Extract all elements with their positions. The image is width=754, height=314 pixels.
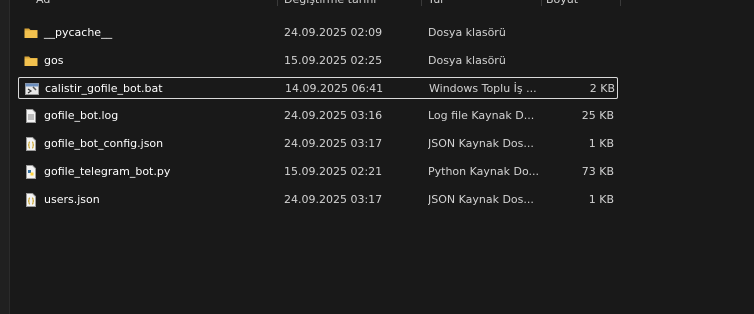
modified-date: 24.09.2025 02:09	[284, 26, 383, 39]
file-size: 1 KB	[588, 193, 614, 206]
name-cell: calistir_gofile_bot.bat	[19, 78, 274, 100]
file-size	[548, 22, 614, 44]
json-file-icon	[26, 137, 36, 151]
file-type: Windows Toplu İş ...	[429, 82, 537, 95]
file-name: gofile_bot.log	[44, 109, 119, 122]
file-size: 25 KB	[581, 109, 614, 122]
name-cell: gofile_telegram_bot.py	[18, 161, 273, 183]
file-row[interactable]: users.json 24.09.2025 03:17 JSON Kaynak …	[18, 189, 618, 211]
modified-date: 24.09.2025 03:17	[284, 137, 383, 150]
file-name: __pycache__	[44, 26, 113, 39]
modified-date: 24.09.2025 03:17	[284, 193, 383, 206]
file-size: 2 KB	[589, 82, 615, 95]
column-header-date[interactable]: Değiştirme tarihi	[284, 0, 376, 13]
file-type: JSON Kaynak Dos...	[428, 137, 534, 150]
batch-file-icon	[25, 83, 39, 95]
file-row[interactable]: gofile_bot.log 24.09.2025 03:16 Log file…	[18, 105, 618, 127]
file-size: 73 KB	[581, 165, 614, 178]
text-file-icon	[26, 109, 36, 123]
column-header-name[interactable]: Ad	[36, 0, 50, 13]
file-name: gofile_telegram_bot.py	[44, 165, 171, 178]
file-name: gofile_bot_config.json	[44, 137, 164, 150]
folder-icon	[24, 28, 38, 38]
modified-date: 24.09.2025 03:16	[284, 109, 383, 122]
folder-icon	[24, 56, 38, 66]
file-type: JSON Kaynak Dos...	[428, 193, 534, 206]
file-type: Dosya klasörü	[428, 26, 506, 39]
column-divider[interactable]	[541, 0, 542, 6]
column-divider[interactable]	[421, 0, 422, 6]
modified-date: 14.09.2025 06:41	[285, 82, 384, 95]
column-header-bar: Ad Değiştirme tarihi Tür Boyut	[16, 0, 636, 13]
name-cell: gofile_bot.log	[18, 105, 273, 127]
file-row[interactable]: gofile_bot_config.json 24.09.2025 03:17 …	[18, 133, 618, 155]
column-header-size[interactable]: Boyut	[546, 0, 578, 13]
file-type: Python Kaynak Do...	[428, 165, 539, 178]
modified-date: 15.09.2025 02:21	[284, 165, 383, 178]
file-size: 1 KB	[588, 137, 614, 150]
name-cell: __pycache__	[18, 22, 273, 44]
column-header-type[interactable]: Tür	[428, 0, 445, 13]
modified-date: 15.09.2025 02:25	[284, 54, 383, 67]
file-type: Dosya klasörü	[428, 54, 506, 67]
navigation-pane-edge[interactable]	[0, 0, 10, 314]
json-file-icon	[26, 193, 36, 207]
file-name: gos	[44, 54, 64, 67]
file-row[interactable]: __pycache__ 24.09.2025 02:09 Dosya klasö…	[18, 22, 618, 44]
python-file-icon	[26, 165, 36, 179]
file-row-selected[interactable]: calistir_gofile_bot.bat 14.09.2025 06:41…	[18, 77, 618, 99]
file-type: Log file Kaynak D...	[428, 109, 535, 122]
file-size	[548, 50, 614, 72]
file-name: calistir_gofile_bot.bat	[45, 82, 163, 95]
name-cell: users.json	[18, 189, 273, 211]
file-row[interactable]: gos 15.09.2025 02:25 Dosya klasörü	[18, 50, 618, 72]
file-row[interactable]: gofile_telegram_bot.py 15.09.2025 02:21 …	[18, 161, 618, 183]
column-divider[interactable]	[620, 0, 621, 6]
file-name: users.json	[44, 193, 100, 206]
name-cell: gofile_bot_config.json	[18, 133, 273, 155]
name-cell: gos	[18, 50, 273, 72]
file-list-pane: Ad Değiştirme tarihi Tür Boyut __pycache…	[0, 0, 754, 314]
column-divider[interactable]	[277, 0, 278, 6]
